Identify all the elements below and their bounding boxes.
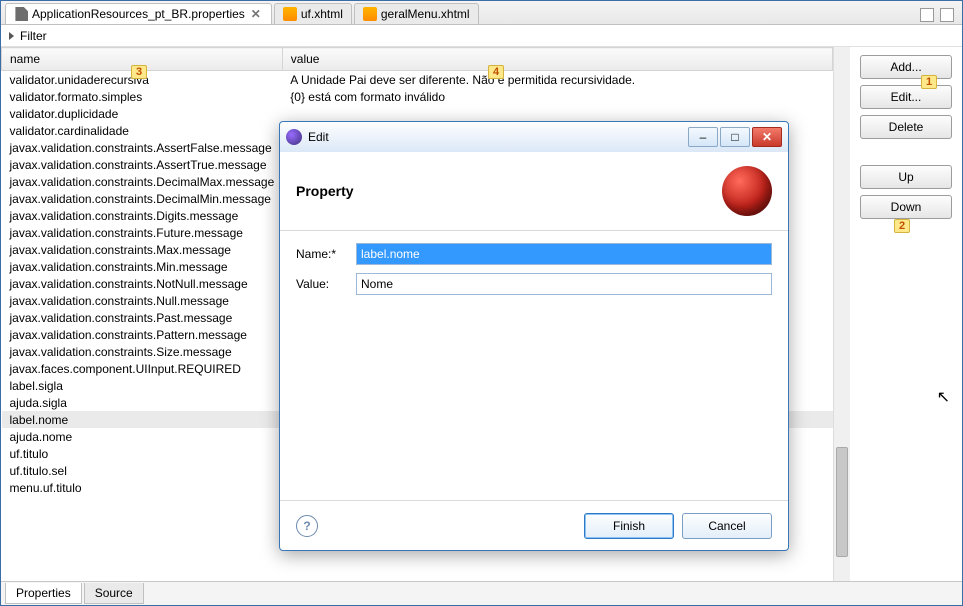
- callout-3: 3: [131, 65, 147, 79]
- cell-name: javax.validation.constraints.AssertFalse…: [2, 139, 283, 156]
- file-icon: [14, 7, 28, 21]
- dialog-heading: Property: [296, 183, 354, 199]
- value-input[interactable]: [356, 273, 772, 295]
- cell-name: javax.validation.constraints.Size.messag…: [2, 343, 283, 360]
- cell-value: [282, 105, 832, 122]
- cell-name: javax.validation.constraints.Digits.mess…: [2, 207, 283, 224]
- tab-source[interactable]: Source: [84, 583, 144, 604]
- vertical-scrollbar[interactable]: [833, 47, 850, 581]
- bottom-tabbar: Properties Source: [1, 581, 962, 605]
- cell-name: javax.validation.constraints.AssertTrue.…: [2, 156, 283, 173]
- table-row[interactable]: validator.duplicidade: [2, 105, 833, 122]
- cell-name: javax.validation.constraints.Past.messag…: [2, 309, 283, 326]
- cell-name: validator.duplicidade: [2, 105, 283, 122]
- help-icon[interactable]: ?: [296, 515, 318, 537]
- dialog-titlebar[interactable]: Edit – □ ✕: [280, 122, 788, 152]
- cell-name: javax.validation.constraints.DecimalMin.…: [2, 190, 283, 207]
- value-label: Value:: [296, 277, 356, 291]
- sidebar-buttons: Add... Edit... Delete Up Down: [850, 47, 962, 581]
- up-button[interactable]: Up: [860, 165, 952, 189]
- cell-name: javax.validation.constraints.Null.messag…: [2, 292, 283, 309]
- dialog-close-button[interactable]: ✕: [752, 127, 782, 147]
- down-button[interactable]: Down: [860, 195, 952, 219]
- dialog-form: Name:* Value:: [280, 231, 788, 315]
- cell-name: uf.titulo: [2, 445, 283, 462]
- cell-name: label.nome: [2, 411, 283, 428]
- callout-2: 2: [894, 219, 910, 233]
- cell-name: validator.cardinalidade: [2, 122, 283, 139]
- cell-name: javax.validation.constraints.Future.mess…: [2, 224, 283, 241]
- tab-properties[interactable]: Properties: [5, 583, 82, 604]
- cell-name: menu.uf.titulo: [2, 479, 283, 496]
- view-controls: [920, 8, 962, 24]
- filter-bar[interactable]: Filter: [1, 25, 962, 47]
- cell-value: {0} está com formato inválido: [282, 88, 832, 105]
- maximize-view-icon[interactable]: [940, 8, 954, 22]
- table-row[interactable]: validator.unidaderecursivaA Unidade Pai …: [2, 71, 833, 89]
- cancel-button[interactable]: Cancel: [682, 513, 772, 539]
- edit-button[interactable]: Edit...: [860, 85, 952, 109]
- delete-button[interactable]: Delete: [860, 115, 952, 139]
- xhtml-icon: [283, 7, 297, 21]
- cell-name: label.sigla: [2, 377, 283, 394]
- editor-tab-0[interactable]: ApplicationResources_pt_BR.properties ✕: [5, 3, 272, 24]
- cursor-icon: ↖: [937, 387, 950, 407]
- xhtml-icon: [363, 7, 377, 21]
- tab-label: uf.xhtml: [301, 7, 343, 21]
- cell-value: A Unidade Pai deve ser diferente. Não é …: [282, 71, 832, 89]
- filter-label: Filter: [20, 29, 47, 43]
- scroll-thumb[interactable]: [836, 447, 848, 557]
- eclipse-icon: [286, 129, 302, 145]
- editor-tabbar: ApplicationResources_pt_BR.properties ✕ uf…: [1, 1, 962, 25]
- cell-name: javax.validation.constraints.DecimalMax.…: [2, 173, 283, 190]
- dialog-header: Property: [280, 152, 788, 231]
- table-row[interactable]: validator.formato.simples{0} está com fo…: [2, 88, 833, 105]
- cell-name: javax.faces.component.UIInput.REQUIRED: [2, 360, 283, 377]
- dialog-minimize-button[interactable]: –: [688, 127, 718, 147]
- property-icon: [722, 166, 772, 216]
- name-input[interactable]: [356, 243, 772, 265]
- cell-name: ajuda.nome: [2, 428, 283, 445]
- tab-label: geralMenu.xhtml: [381, 7, 470, 21]
- editor-tab-2[interactable]: geralMenu.xhtml: [354, 3, 479, 24]
- dialog-maximize-button[interactable]: □: [720, 127, 750, 147]
- cell-name: javax.validation.constraints.Max.message: [2, 241, 283, 258]
- callout-1: 1: [921, 75, 937, 89]
- column-value-header[interactable]: value: [282, 48, 832, 71]
- add-button[interactable]: Add...: [860, 55, 952, 79]
- edit-dialog: Edit – □ ✕ Property Name:* Value: ? Fini…: [279, 121, 789, 551]
- cell-name: javax.validation.constraints.NotNull.mes…: [2, 275, 283, 292]
- cell-name: uf.titulo.sel: [2, 462, 283, 479]
- dialog-title: Edit: [308, 130, 329, 144]
- minimize-view-icon[interactable]: [920, 8, 934, 22]
- finish-button[interactable]: Finish: [584, 513, 674, 539]
- cell-name: javax.validation.constraints.Pattern.mes…: [2, 326, 283, 343]
- tab-close-icon[interactable]: ✕: [249, 7, 263, 21]
- chevron-right-icon: [9, 32, 14, 40]
- name-label: Name:*: [296, 247, 356, 261]
- cell-name: ajuda.sigla: [2, 394, 283, 411]
- dialog-footer: ? Finish Cancel: [280, 500, 788, 550]
- editor-tab-1[interactable]: uf.xhtml: [274, 3, 352, 24]
- cell-name: validator.formato.simples: [2, 88, 283, 105]
- callout-4: 4: [488, 65, 504, 79]
- cell-name: javax.validation.constraints.Min.message: [2, 258, 283, 275]
- tab-label: ApplicationResources_pt_BR.properties: [32, 7, 245, 21]
